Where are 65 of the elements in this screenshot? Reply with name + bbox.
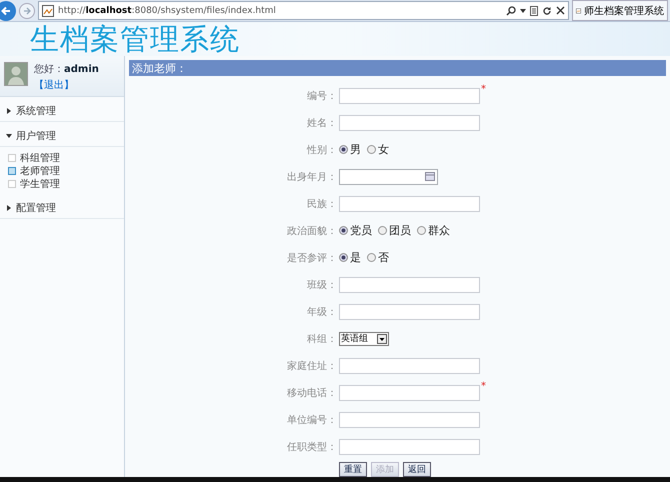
calendar-icon[interactable]: [425, 172, 435, 181]
user-name: admin: [64, 64, 99, 75]
site-title: 生档案管理系统: [30, 22, 240, 56]
input-field[interactable]: [339, 88, 480, 104]
field-label: 民族：: [306, 198, 337, 210]
menu-item[interactable]: 学生管理: [0, 177, 124, 190]
greeting-label: 您好：: [34, 64, 64, 75]
back-arrow-icon: [0, 4, 12, 16]
dropdown[interactable]: 英语组: [339, 332, 389, 346]
required-mark: *: [481, 380, 486, 392]
field-label: 姓名：: [306, 116, 337, 130]
field-label: 年级：: [306, 306, 337, 318]
menu-group[interactable]: 系统管理: [0, 101, 124, 122]
radio-option[interactable]: 否: [367, 250, 389, 265]
tab-title: 师生档案管理系统: [584, 4, 664, 18]
field-label: 是否参评：: [286, 252, 337, 264]
radio-option[interactable]: 男: [339, 142, 361, 157]
close-icon[interactable]: [556, 6, 565, 15]
radio-option[interactable]: 群众: [417, 223, 450, 238]
menu-group[interactable]: 配置管理: [0, 198, 124, 219]
form-button[interactable]: 返回: [403, 462, 431, 476]
required-mark: *: [481, 84, 486, 94]
expand-arrow-icon: [6, 108, 12, 114]
field-label: 班级：: [306, 278, 337, 292]
field-label: 家庭住址：: [286, 360, 337, 372]
input-field[interactable]: [339, 304, 480, 320]
field-label: 移动电话：: [286, 386, 337, 400]
radio-option[interactable]: 团员: [378, 223, 411, 238]
field-label: 性别：: [306, 144, 337, 156]
input-field[interactable]: [339, 438, 480, 454]
field-label: 科组：: [306, 332, 337, 346]
field-label: 出身年月：: [286, 170, 337, 184]
radio-option[interactable]: 党员: [339, 223, 372, 238]
input-field[interactable]: [339, 114, 480, 130]
menu-item[interactable]: 老师管理: [0, 164, 124, 177]
avatar-icon: [4, 62, 28, 86]
page-icon: [42, 4, 54, 16]
form-button[interactable]: 重置: [339, 462, 367, 476]
menu-group[interactable]: 用户管理: [0, 126, 124, 147]
radio-option[interactable]: 女: [367, 142, 389, 157]
expand-arrow-icon: [6, 205, 12, 211]
form-title: 添加老师：: [129, 60, 666, 76]
page-icon[interactable]: [530, 6, 538, 16]
refresh-icon[interactable]: [542, 6, 552, 16]
expand-arrow-icon: [6, 133, 12, 139]
input-field[interactable]: [339, 412, 480, 428]
search-icon[interactable]: [506, 6, 516, 16]
address-bar[interactable]: http://localhost:8080/shsystem/files/index.html: [38, 1, 569, 20]
dropdown-arrow-icon[interactable]: [520, 8, 526, 12]
forward-arrow-icon: [22, 6, 32, 16]
date-field[interactable]: [339, 168, 438, 184]
forward-button[interactable]: [19, 2, 35, 18]
menu-item[interactable]: 科组管理: [0, 151, 124, 164]
field-label: 编号：: [306, 90, 337, 102]
back-button[interactable]: [0, 0, 16, 20]
input-field[interactable]: [339, 358, 480, 374]
input-field[interactable]: [339, 276, 480, 292]
field-label: 任职类型：: [286, 440, 337, 454]
browser-tab[interactable]: 师生档案管理系统: [572, 0, 668, 21]
input-field[interactable]: [339, 196, 480, 212]
field-label: 单位编号：: [286, 414, 337, 426]
field-label: 政治面貌：: [286, 224, 337, 238]
logout-link[interactable]: 【退出】: [34, 78, 99, 92]
radio-option[interactable]: 是: [339, 250, 361, 265]
input-field[interactable]: [339, 384, 480, 400]
